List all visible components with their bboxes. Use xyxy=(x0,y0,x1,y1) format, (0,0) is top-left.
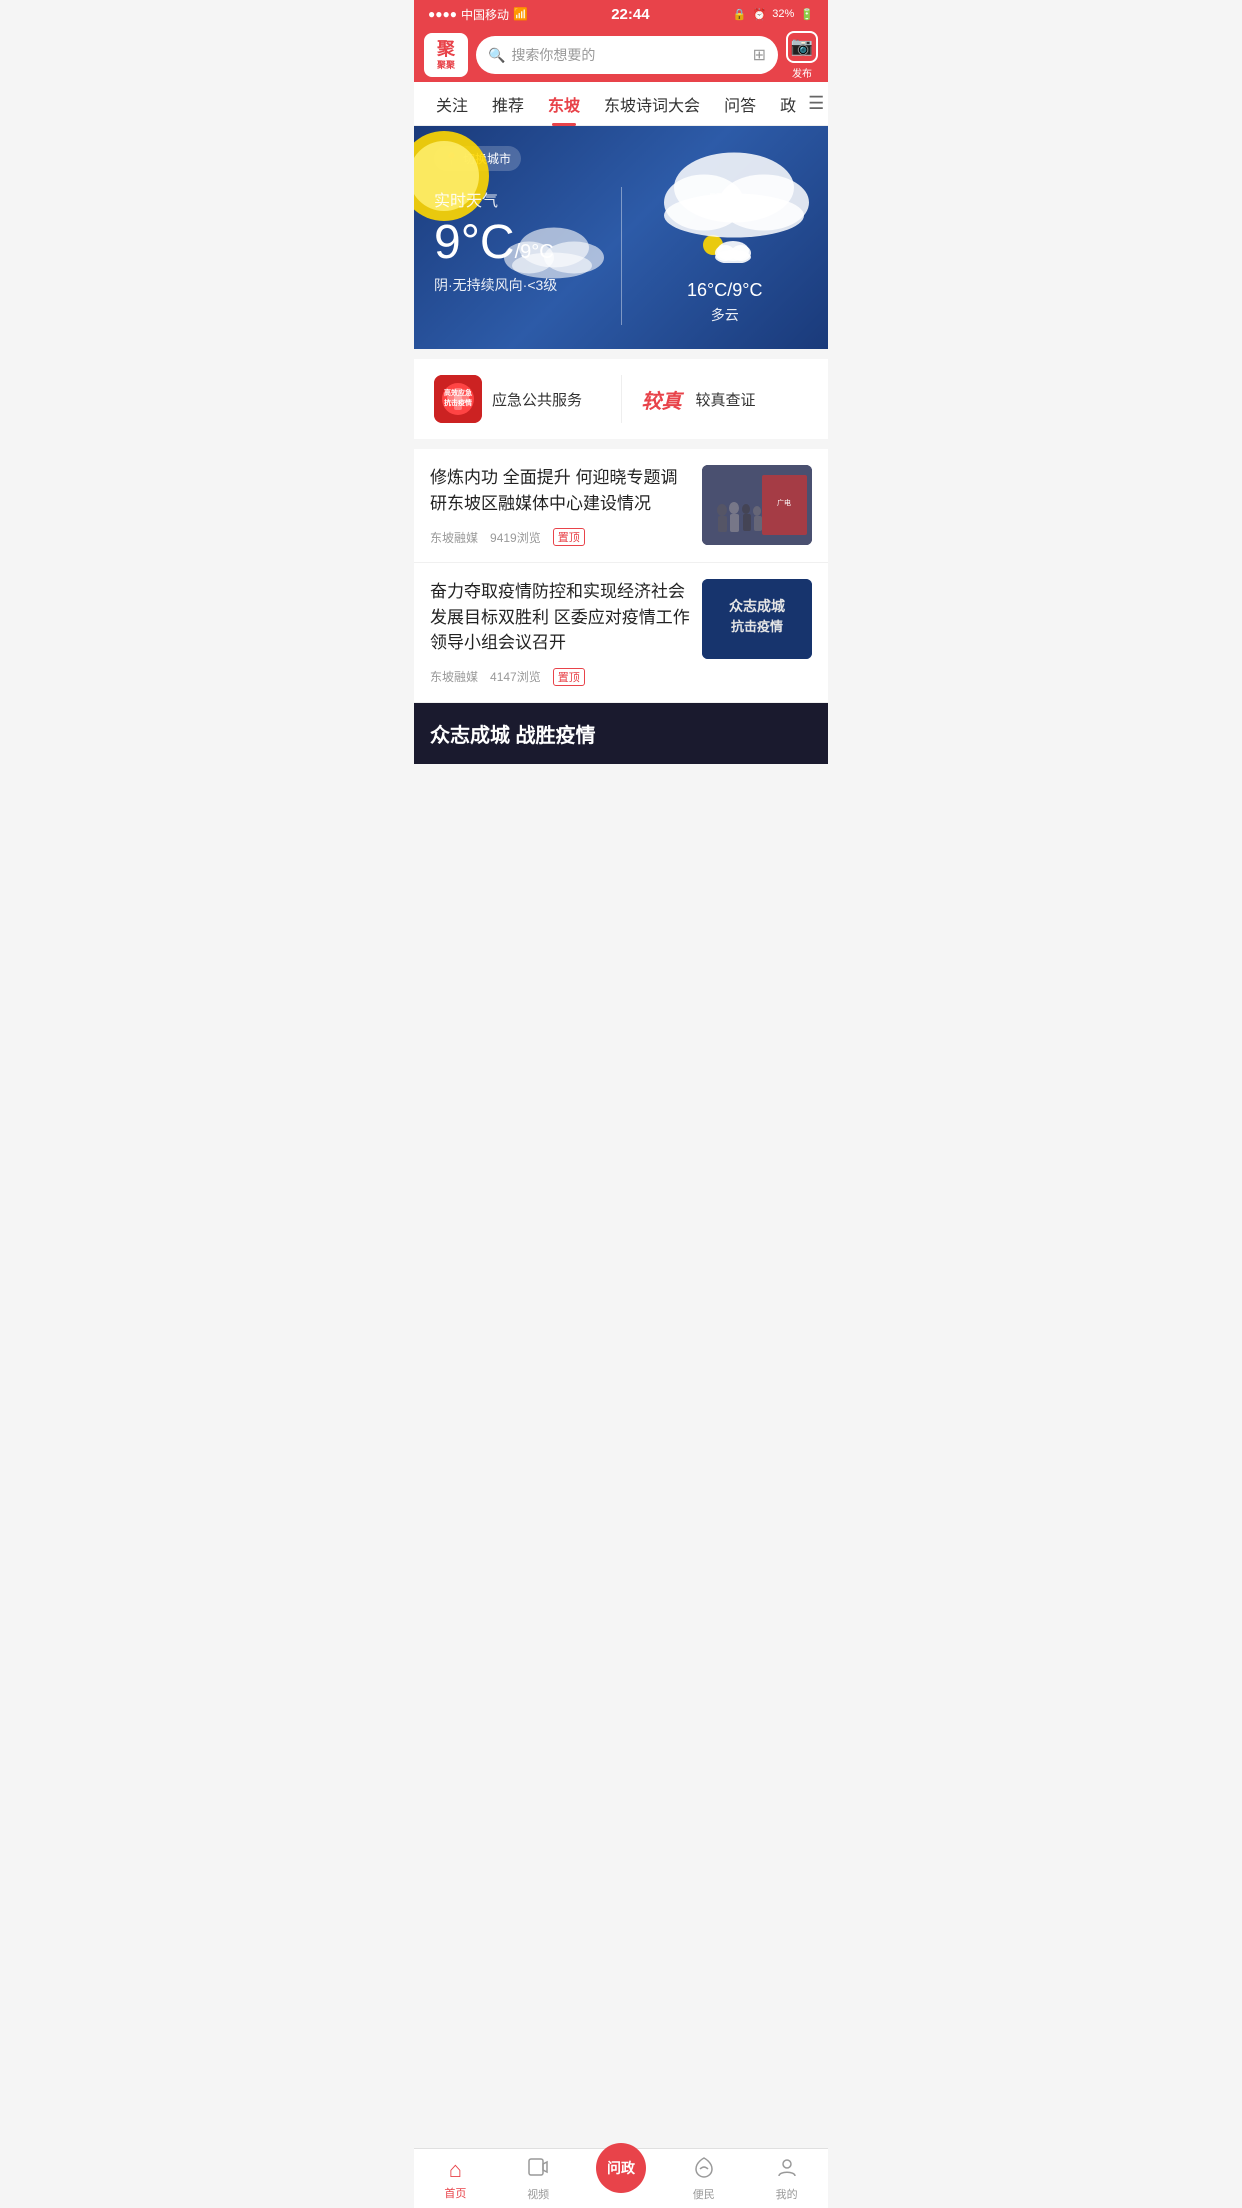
tab-follow[interactable]: 关注 xyxy=(424,82,480,126)
sun-decoration xyxy=(414,126,504,236)
news-views: 4147浏览 xyxy=(490,668,541,685)
nav-more-icon[interactable]: ☰ xyxy=(808,93,824,114)
weather-description: 阴·无持续风向·<3级 xyxy=(434,275,601,295)
news-source: 东坡融媒 xyxy=(430,668,478,685)
news-item[interactable]: 奋力夺取疫情防控和实现经济社会发展目标双胜利 区委应对疫情工作领导小组会议召开 … xyxy=(414,563,828,703)
weather-tomorrow-icon xyxy=(695,223,755,272)
nav-tabs: 关注 推荐 东坡 东坡诗词大会 问答 政 ☰ xyxy=(414,82,828,126)
news-content: 奋力夺取疫情防控和实现经济社会发展目标双胜利 区委应对疫情工作领导小组会议召开 … xyxy=(430,579,690,686)
search-placeholder: 搜索你想要的 xyxy=(511,45,746,65)
news-content: 修炼内功 全面提升 何迎晓专题调研东坡区融媒体中心建设情况 东坡融媒 9419浏… xyxy=(430,465,690,546)
nav-profile[interactable]: 我的 xyxy=(745,2149,828,2208)
news-source: 东坡融媒 xyxy=(430,529,478,546)
weather-divider xyxy=(621,187,622,325)
citizen-icon xyxy=(693,2156,715,2184)
app-header: 聚 聚聚 🔍 搜索你想要的 ⊞ 📷 发布 xyxy=(414,28,828,82)
news-title: 奋力夺取疫情防控和实现经济社会发展目标双胜利 区委应对疫情工作领导小组会议召开 xyxy=(430,579,690,656)
news-feed: 修炼内功 全面提升 何迎晓专题调研东坡区融媒体中心建设情况 东坡融媒 9419浏… xyxy=(414,449,828,764)
weather-content: 实时天气 9°C/9°C 阴·无持续风向·<3级 明天 16°C/9°C xyxy=(434,187,808,325)
banner-text: 众志成城 战胜疫情 xyxy=(430,719,596,748)
tab-politics[interactable]: 政 xyxy=(768,82,808,126)
news-meta: 东坡融媒 9419浏览 置顶 xyxy=(430,528,690,546)
status-right: 🔒 ⏰ 32% 🔋 xyxy=(733,8,814,21)
nav-home[interactable]: ⌂ 首页 xyxy=(414,2149,497,2208)
alarm-icon: ⏰ xyxy=(753,8,767,21)
nav-citizen[interactable]: 便民 xyxy=(662,2149,745,2208)
citizen-label: 便民 xyxy=(693,2186,715,2202)
status-time: 22:44 xyxy=(611,6,649,23)
emergency-label: 应急公共服务 xyxy=(492,389,582,410)
bottom-banner[interactable]: 众志成城 战胜疫情 xyxy=(414,703,828,764)
bottom-nav: ⌂ 首页 视频 问政 便民 我的 xyxy=(414,2148,828,2208)
camera-icon: 📷 xyxy=(786,31,818,63)
tab-qa[interactable]: 问答 xyxy=(712,82,768,126)
news-item[interactable]: 修炼内功 全面提升 何迎晓专题调研东坡区融媒体中心建设情况 东坡融媒 9419浏… xyxy=(414,449,828,563)
verify-label: 较真查证 xyxy=(696,389,756,410)
service-divider xyxy=(621,375,622,423)
weather-tomorrow-label: 明天 xyxy=(709,187,741,211)
home-icon: ⌂ xyxy=(449,2157,462,2183)
status-bar: ●●●● 中国移动 📶 22:44 🔒 ⏰ 32% 🔋 xyxy=(414,0,828,28)
search-bar[interactable]: 🔍 搜索你想要的 ⊞ xyxy=(476,36,778,74)
logo-icon-bottom: 聚聚 xyxy=(437,58,455,71)
profile-label: 我的 xyxy=(776,2186,798,2202)
nav-ask-center[interactable]: 问政 xyxy=(580,2149,663,2208)
weather-tomorrow-desc: 多云 xyxy=(711,305,739,325)
services-row: 高效应急 抗击疫情 应急公共服务 较真 较真查证 xyxy=(414,359,828,439)
weather-today-label: 实时天气 xyxy=(434,187,601,211)
news-image: 广电 xyxy=(702,465,812,545)
news-meta: 东坡融媒 4147浏览 置顶 xyxy=(430,668,690,686)
news-title: 修炼内功 全面提升 何迎晓专题调研东坡区融媒体中心建设情况 xyxy=(430,465,690,516)
weather-tomorrow-temp: 16°C/9°C xyxy=(687,280,762,301)
battery-icon: 🔋 xyxy=(800,8,814,21)
app-logo[interactable]: 聚 聚聚 xyxy=(424,33,468,77)
svg-text:广电: 广电 xyxy=(777,498,791,507)
status-carrier: ●●●● 中国移动 📶 xyxy=(428,6,528,23)
search-icon: 🔍 xyxy=(488,47,505,64)
tab-dongpo[interactable]: 东坡 xyxy=(536,82,592,126)
logo-icon-top: 聚 xyxy=(437,40,455,58)
profile-icon xyxy=(776,2156,798,2184)
news-top-badge: 置顶 xyxy=(553,668,585,686)
publish-label: 发布 xyxy=(792,65,812,80)
news-image: 众志成城 抗击疫情 xyxy=(702,579,812,659)
publish-button[interactable]: 📷 发布 xyxy=(786,31,818,80)
tab-poetry[interactable]: 东坡诗词大会 xyxy=(592,82,712,126)
service-verify[interactable]: 较真 较真查证 xyxy=(638,375,809,423)
emergency-icon: 高效应急 抗击疫情 xyxy=(434,375,482,423)
lock-icon: 🔒 xyxy=(733,8,747,21)
home-label: 首页 xyxy=(444,2185,466,2201)
video-icon xyxy=(527,2156,549,2184)
news-views: 9419浏览 xyxy=(490,529,541,546)
nav-video[interactable]: 视频 xyxy=(497,2149,580,2208)
ask-button[interactable]: 问政 xyxy=(596,2143,646,2193)
verify-icon: 较真 xyxy=(638,375,686,423)
battery-level: 32% xyxy=(772,8,794,20)
video-label: 视频 xyxy=(527,2186,549,2202)
weather-today: 实时天气 9°C/9°C 阴·无持续风向·<3级 xyxy=(434,187,601,325)
weather-banner: 📍 切换城市 实时天气 9°C/9°C 阴·无持续风向·<3级 明天 xyxy=(414,126,828,349)
tab-recommend[interactable]: 推荐 xyxy=(480,82,536,126)
scan-icon: ⊞ xyxy=(753,45,766,65)
weather-tomorrow: 明天 16°C/9°C 多云 xyxy=(642,187,809,325)
service-emergency[interactable]: 高效应急 抗击疫情 应急公共服务 xyxy=(434,375,605,423)
news-top-badge: 置顶 xyxy=(553,528,585,546)
